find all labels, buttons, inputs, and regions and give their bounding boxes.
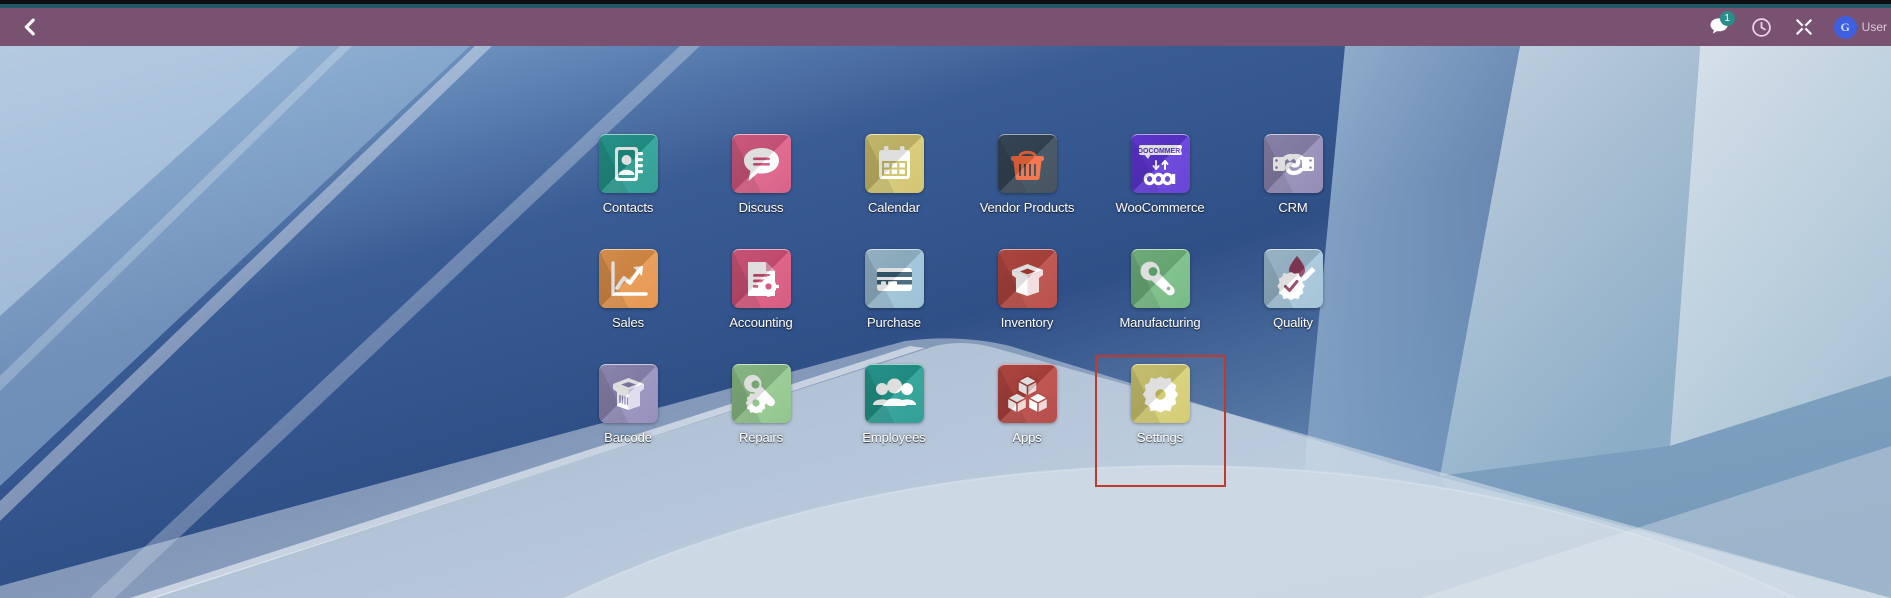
app-label: Accounting (729, 315, 793, 330)
app-label: Vendor Products (979, 200, 1075, 215)
invoice-gear-icon (731, 250, 779, 308)
people-icon (864, 365, 916, 423)
credit-card-icon (864, 250, 912, 308)
app-launcher-screen: 1 G User Contacts Discuss Calendar Vendo… (0, 0, 1891, 598)
username-label: User (1861, 20, 1887, 34)
handshake-icon (1263, 135, 1314, 193)
app-label: Calendar (868, 200, 920, 215)
app-icon-grid: Contacts Discuss Calendar Vendor Product… (0, 46, 1891, 598)
messages-button[interactable]: 1 (1708, 11, 1735, 39)
sales-chart-icon (598, 250, 648, 308)
app-label: Inventory (1000, 315, 1054, 330)
manufacturing-tile[interactable] (1130, 249, 1190, 308)
bug-tools-icon (1795, 19, 1812, 35)
app-label: Employees (862, 430, 926, 445)
app-item-vendor-products[interactable]: Vendor Products (960, 134, 1094, 246)
app-item-settings[interactable]: Settings (1093, 364, 1227, 476)
barcode-tile[interactable] (598, 364, 658, 423)
app-item-sales[interactable]: Sales (561, 249, 695, 361)
gear-icon (1130, 365, 1178, 423)
clock-icon (1752, 17, 1771, 37)
woocommerce-odoo-icon: WOOCOMMERCE (1130, 135, 1190, 193)
app-item-apps[interactable]: Apps (960, 364, 1094, 476)
barcode-box-icon (598, 365, 644, 423)
wrench-icon (1130, 250, 1175, 308)
open-box-icon (997, 250, 1043, 308)
employees-tile[interactable] (864, 364, 924, 423)
app-label: Purchase (866, 315, 922, 330)
app-item-repairs[interactable]: Repairs (694, 364, 828, 476)
vendor-products-tile[interactable] (997, 134, 1057, 193)
messages-badge: 1 (1719, 11, 1735, 26)
app-item-accounting[interactable]: Accounting (694, 249, 828, 361)
app-item-quality[interactable]: Quality (1226, 249, 1360, 361)
app-item-barcode[interactable]: Barcode (561, 364, 695, 476)
apps-tile[interactable] (997, 364, 1057, 423)
app-label: CRM (1278, 200, 1308, 215)
svg-text:WOOCOMMERCE: WOOCOMMERCE (1131, 148, 1190, 155)
app-item-calendar[interactable]: Calendar (827, 134, 961, 246)
app-item-purchase[interactable]: Purchase (827, 249, 961, 361)
discuss-icon (731, 135, 779, 193)
calendar-tile[interactable] (864, 134, 924, 193)
cubes-icon (997, 365, 1049, 423)
app-label: Contacts (602, 200, 654, 215)
calendar-icon (864, 135, 910, 193)
app-label: Manufacturing (1119, 315, 1201, 330)
avatar: G (1833, 15, 1857, 39)
wrench-gear-icon (731, 365, 775, 423)
app-item-employees[interactable]: Employees (827, 364, 961, 476)
app-label: Quality (1273, 315, 1313, 330)
quality-tile[interactable] (1263, 249, 1323, 308)
navbar-left (0, 16, 60, 38)
activities-button[interactable] (1750, 15, 1774, 39)
sales-tile[interactable] (598, 249, 658, 308)
inventory-tile[interactable] (997, 249, 1057, 308)
app-label: Sales (611, 315, 645, 330)
back-button[interactable] (19, 16, 41, 38)
repairs-tile[interactable] (731, 364, 791, 423)
app-label: Settings (1136, 430, 1184, 445)
app-label: Apps (1012, 430, 1042, 445)
debug-tools-button[interactable] (1792, 15, 1816, 39)
app-label: Discuss (738, 200, 784, 215)
app-label: Repairs (738, 430, 784, 445)
app-label: Barcode (604, 430, 652, 445)
contacts-tile[interactable] (598, 134, 658, 193)
basket-icon (997, 135, 1044, 193)
app-item-contacts[interactable]: Contacts (561, 134, 695, 246)
accounting-tile[interactable] (731, 249, 791, 308)
purchase-tile[interactable] (864, 249, 924, 308)
app-label: WooCommerce (1115, 200, 1205, 215)
app-item-crm[interactable]: CRM (1226, 134, 1360, 246)
app-item-inventory[interactable]: Inventory (960, 249, 1094, 361)
app-item-manufacturing[interactable]: Manufacturing (1093, 249, 1227, 361)
contacts-icon (598, 135, 643, 193)
discuss-tile[interactable] (731, 134, 791, 193)
user-menu[interactable]: G User (1833, 15, 1887, 39)
crm-tile[interactable] (1263, 134, 1323, 193)
app-item-discuss[interactable]: Discuss (694, 134, 828, 246)
quality-gear-icon (1263, 250, 1315, 308)
chevron-left-icon (24, 18, 35, 36)
top-navbar: 1 G User (0, 8, 1891, 46)
app-item-woocommerce[interactable]: WOOCOMMERCE WooCommerce (1093, 134, 1227, 246)
settings-tile[interactable] (1130, 364, 1190, 423)
woocommerce-tile[interactable]: WOOCOMMERCE (1130, 134, 1190, 193)
navbar-right: 1 G User (1708, 11, 1891, 39)
